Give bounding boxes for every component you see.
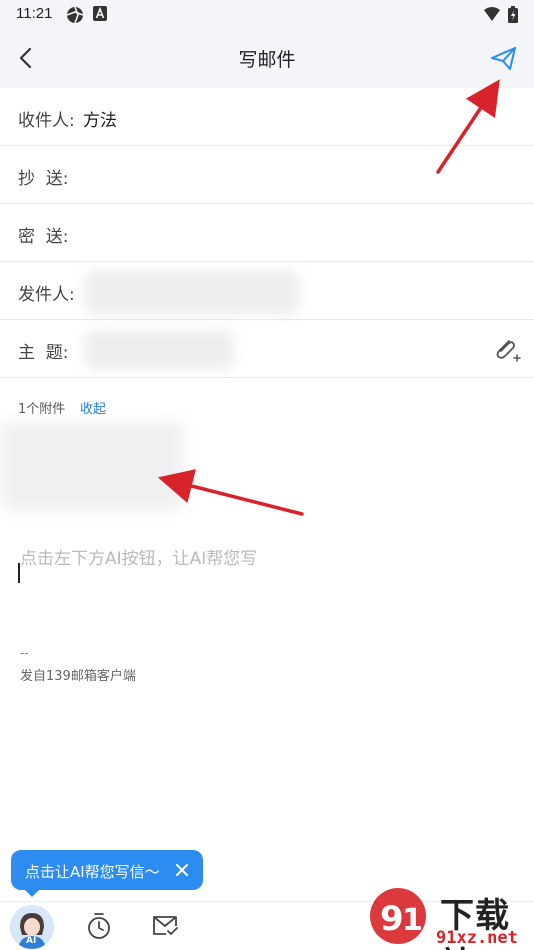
compose-header: 写邮件 xyxy=(0,28,534,88)
status-bar: 11:21 xyxy=(0,0,534,28)
signature-text: 发自139邮箱客户端 xyxy=(20,669,136,684)
attachment-card-redacted[interactable] xyxy=(2,422,184,510)
ai-avatar-label: AI xyxy=(26,936,37,946)
battery-charging-icon xyxy=(508,6,518,23)
to-label: 收件人: xyxy=(18,111,75,131)
page-title: 写邮件 xyxy=(238,49,296,71)
collapse-attachments-link[interactable]: 收起 xyxy=(80,398,106,417)
body-input[interactable]: 点击左下方AI按钮，让AI帮您写 xyxy=(20,544,257,569)
signature-separator: -- xyxy=(20,646,29,660)
wifi-icon xyxy=(484,7,500,21)
attachment-count: 1个附件 xyxy=(18,402,66,417)
add-attachment-button[interactable] xyxy=(492,336,522,362)
ai-tooltip[interactable]: 点击让AI帮您写信～ xyxy=(11,850,203,890)
timer-icon xyxy=(88,913,110,939)
to-field-row[interactable]: 收件人: 方法 xyxy=(0,88,534,146)
ai-assistant-button[interactable]: AI xyxy=(10,905,54,949)
status-time: 11:21 xyxy=(16,5,53,22)
cc-field-row[interactable]: 抄 送: xyxy=(0,146,534,204)
from-label: 发件人: xyxy=(18,285,75,305)
ai-tooltip-close-button[interactable] xyxy=(171,859,193,881)
subject-label: 主 题: xyxy=(18,343,69,363)
arrow-to-attachment xyxy=(157,469,304,516)
close-icon xyxy=(176,864,188,876)
bcc-field-row[interactable]: 密 送: xyxy=(0,204,534,262)
from-field-row[interactable]: 发件人: xyxy=(0,262,534,320)
svg-text:1: 1 xyxy=(402,903,423,938)
font-a-icon xyxy=(93,6,107,21)
sender-address-redacted[interactable] xyxy=(84,270,300,314)
scheduled-send-button[interactable] xyxy=(86,912,112,940)
ai-tooltip-tail xyxy=(25,890,39,897)
subject-field-row[interactable]: 主 题: xyxy=(0,320,534,378)
ai-tooltip-text: 点击让AI帮您写信～ xyxy=(25,863,160,881)
to-recipient[interactable]: 方法 xyxy=(83,106,117,131)
subject-input-redacted[interactable] xyxy=(84,330,234,370)
aperture-icon xyxy=(66,6,84,24)
paperclip-plus-icon xyxy=(496,340,521,362)
svg-text:9: 9 xyxy=(380,899,404,939)
send-button[interactable] xyxy=(486,42,522,74)
paper-plane-icon xyxy=(491,47,516,70)
text-caret xyxy=(18,563,20,583)
watermark-url: 91xz.net xyxy=(436,928,518,948)
mail-check-icon xyxy=(153,916,178,936)
read-receipt-button[interactable] xyxy=(151,914,179,938)
bcc-label: 密 送: xyxy=(18,227,69,247)
cc-label: 抄 送: xyxy=(18,169,69,189)
